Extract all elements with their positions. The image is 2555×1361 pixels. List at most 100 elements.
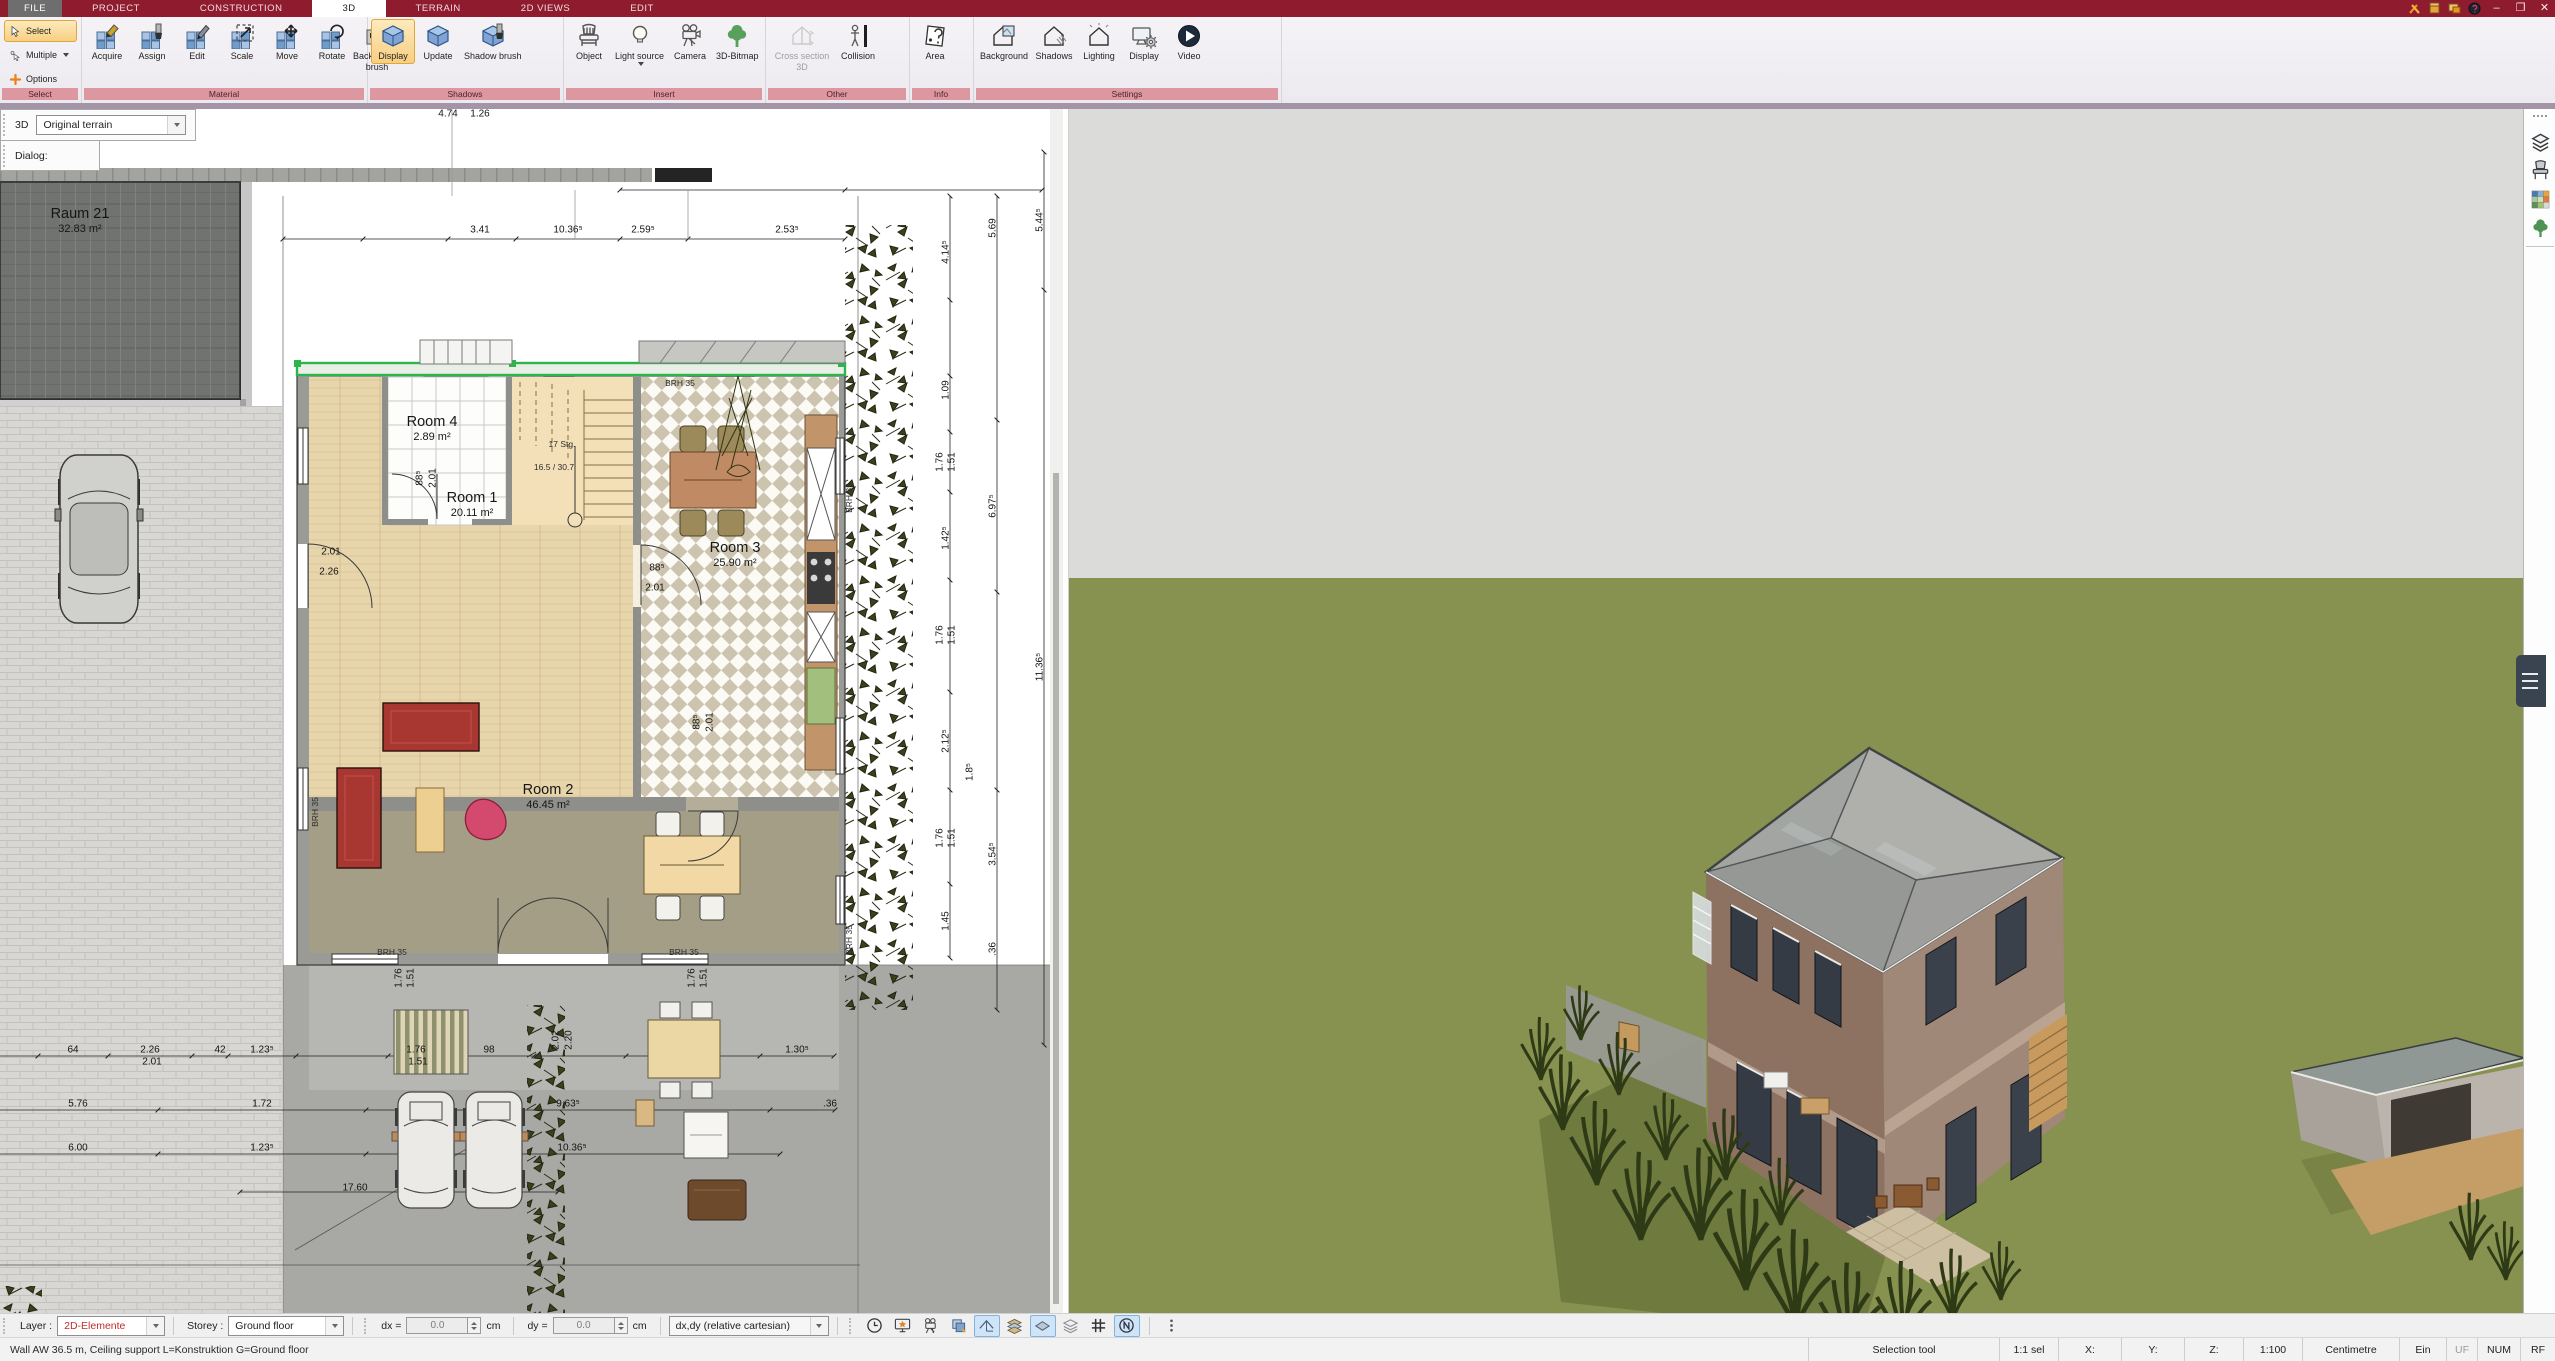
cross-section-3d-button[interactable]: Cross section 3D xyxy=(769,19,835,74)
help-icon[interactable] xyxy=(2468,2,2481,15)
monitor-star-icon[interactable] xyxy=(890,1315,916,1337)
lighting-button[interactable]: Lighting xyxy=(1077,19,1121,64)
dx-input[interactable] xyxy=(406,1317,468,1334)
shadows-display-button[interactable]: Display xyxy=(371,19,415,64)
ribbon-group-other: Cross section 3D Collision Other xyxy=(766,17,910,103)
object-button[interactable]: Object xyxy=(567,19,611,64)
dimension-label: 1.76 xyxy=(406,1045,425,1056)
chevron-down-icon[interactable] xyxy=(146,1317,164,1335)
shadows-update-button[interactable]: Update xyxy=(416,19,460,64)
dimension-label: 2.01 xyxy=(428,468,439,487)
assign-button[interactable]: Assign xyxy=(130,19,174,64)
layer-pages-icon[interactable] xyxy=(2528,129,2552,153)
settings-shadows-button[interactable]: Shadows xyxy=(1032,19,1076,64)
dy-input[interactable] xyxy=(553,1317,615,1334)
coordinate-mode-select[interactable]: dx,dy (relative cartesian) xyxy=(669,1316,829,1336)
title-bar: FILEPROJECTCONSTRUCTION3DTERRAIN2D VIEWS… xyxy=(0,0,2555,17)
room-label: Raum 21 32.83 m² xyxy=(51,206,110,235)
grid-icon[interactable] xyxy=(1086,1315,1112,1337)
clock-icon[interactable] xyxy=(862,1315,888,1337)
options-button[interactable]: Options xyxy=(4,68,77,90)
toolbar-grip[interactable] xyxy=(3,114,9,136)
camera-icon[interactable] xyxy=(918,1315,944,1337)
ribbon-tab[interactable]: FILE xyxy=(8,0,62,17)
cursor-icon xyxy=(9,25,22,38)
ribbon-tab[interactable]: 2D VIEWS xyxy=(491,0,600,17)
multiple-button[interactable]: Multiple xyxy=(4,44,77,66)
furniture-icon[interactable] xyxy=(2528,158,2552,182)
ribbon-tab[interactable]: EDIT xyxy=(600,0,684,17)
dimension-label: 3.41 xyxy=(470,225,489,236)
status-segment: 1:100 xyxy=(2243,1338,2302,1361)
ribbon-group-insert: Object Light source Camera 3D-Bitmap Ins… xyxy=(564,17,766,103)
ribbon: Select Multiple Options Select Acquire A… xyxy=(0,17,2555,103)
minimize-button[interactable]: – xyxy=(2488,0,2505,17)
layers-copy-icon[interactable] xyxy=(946,1315,972,1337)
move-button[interactable]: Move xyxy=(265,19,309,64)
chevron-down-icon[interactable] xyxy=(167,116,185,134)
ribbon-tab[interactable]: CONSTRUCTION xyxy=(170,0,313,17)
chevron-down-icon[interactable] xyxy=(810,1317,828,1335)
layer-stack2-icon[interactable] xyxy=(1058,1315,1084,1337)
storey-select[interactable]: Ground floor xyxy=(228,1316,344,1336)
video-button[interactable]: Video xyxy=(1167,19,1211,64)
terrain-select[interactable]: Original terrain xyxy=(36,115,186,135)
dy-stepper[interactable] xyxy=(615,1317,628,1334)
plus-icon xyxy=(9,73,22,86)
acquire-button[interactable]: Acquire xyxy=(85,19,129,64)
background-button[interactable]: Background xyxy=(977,19,1031,64)
ribbon-tab[interactable]: TERRAIN xyxy=(386,0,491,17)
panel-grip[interactable] xyxy=(2533,115,2547,121)
dimension-label: 10.36⁵ xyxy=(553,225,582,236)
north-compass-icon[interactable] xyxy=(1114,1315,1140,1337)
toolbar-grip[interactable] xyxy=(849,1318,855,1334)
area-button[interactable]: Area xyxy=(913,19,957,64)
dimension-label: 1.23⁵ xyxy=(250,1045,274,1056)
house-image-icon xyxy=(991,23,1017,49)
group-label-other: Other xyxy=(768,88,906,100)
dx-stepper[interactable] xyxy=(468,1317,481,1334)
chevron-down-icon[interactable] xyxy=(325,1317,343,1335)
vertical-scrollbar-thumb[interactable] xyxy=(1053,473,1059,1304)
roof-view-icon[interactable] xyxy=(974,1315,1000,1337)
panel-flyout-handle[interactable] xyxy=(2516,655,2546,707)
monitor-icon[interactable] xyxy=(2448,2,2461,15)
layer-select[interactable]: 2D-Elemente xyxy=(57,1316,165,1336)
layer-stack-icon[interactable] xyxy=(1002,1315,1028,1337)
selected-wall[interactable] xyxy=(297,363,845,375)
horizontal-scrollbar-thumb[interactable] xyxy=(655,168,712,182)
scale-button[interactable]: Scale xyxy=(220,19,264,64)
toolbar-grip[interactable] xyxy=(3,145,9,167)
edit-button[interactable]: Edit xyxy=(175,19,219,64)
ribbon-separator xyxy=(0,103,2555,109)
select-button[interactable]: Select xyxy=(4,20,77,42)
materials-palette-icon[interactable] xyxy=(2528,187,2552,211)
room2-floor xyxy=(309,811,839,953)
flat-layer-icon[interactable] xyxy=(1030,1315,1056,1337)
toolbar-grip[interactable] xyxy=(3,1318,9,1334)
shadow-brush-button[interactable]: Shadow brush xyxy=(461,19,525,64)
camera-button[interactable]: Camera xyxy=(668,19,712,64)
close-button[interactable]: ✕ xyxy=(2536,0,2553,17)
tools-icon[interactable] xyxy=(2408,2,2421,15)
3d-view-canvas[interactable] xyxy=(1068,109,2524,1313)
3d-bitmap-button[interactable]: 3D-Bitmap xyxy=(713,19,762,64)
dimension-label: 1.09 xyxy=(941,380,952,399)
light-source-button[interactable]: Light source xyxy=(612,19,667,68)
collision-button[interactable]: Collision xyxy=(836,19,880,64)
ribbon-tab[interactable]: PROJECT xyxy=(62,0,170,17)
dimension-label: .36 xyxy=(988,942,999,956)
display-settings-button[interactable]: Display xyxy=(1122,19,1166,64)
ribbon-tab[interactable]: 3D xyxy=(312,0,385,17)
dimension-label: 2.26 xyxy=(319,567,338,578)
dimension-label: 6.00 xyxy=(68,1143,87,1154)
dimension-label: 98 xyxy=(483,1045,494,1056)
floor-plan-canvas[interactable]: Raum 21 32.83 m² Room 4 2.89 m² Room 1 2… xyxy=(0,0,1063,1313)
monitor-gear-icon xyxy=(1131,23,1157,49)
toolbar-grip[interactable] xyxy=(364,1318,370,1334)
package-icon[interactable] xyxy=(2428,2,2441,15)
rotate-button[interactable]: Rotate xyxy=(310,19,354,64)
restore-button[interactable]: ❐ xyxy=(2512,0,2529,17)
plants-icon[interactable] xyxy=(2528,216,2552,240)
handle-dots-icon[interactable] xyxy=(1159,1315,1185,1337)
